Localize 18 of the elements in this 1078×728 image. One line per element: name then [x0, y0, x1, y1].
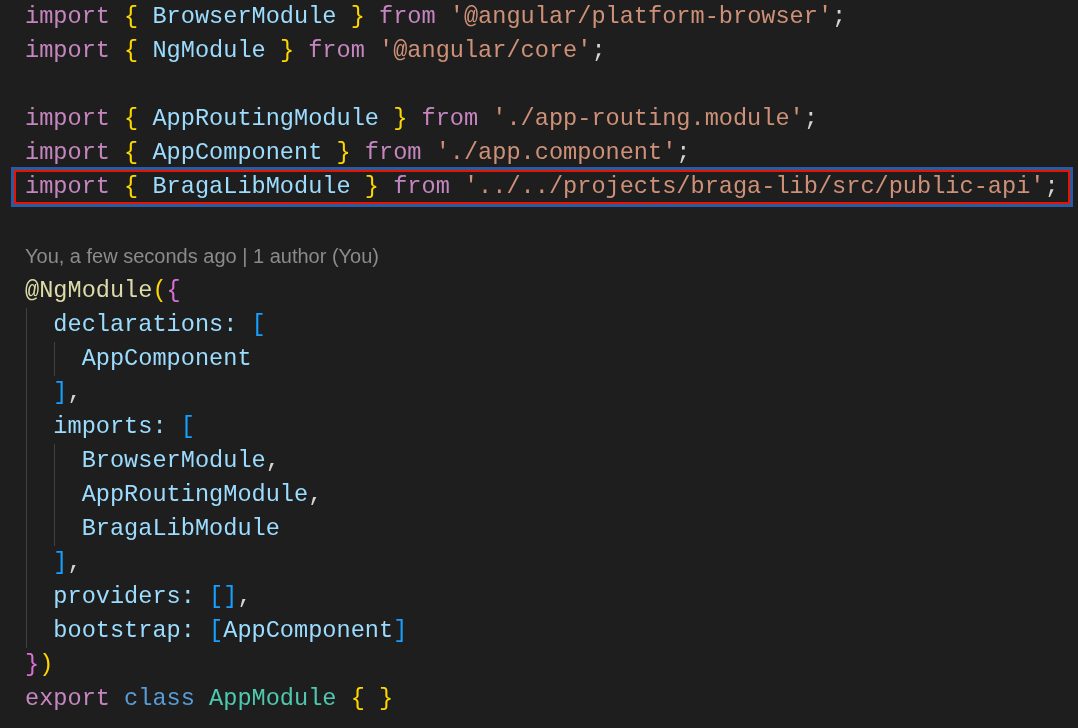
code-line: providers: [],: [52, 582, 253, 612]
code-line: imports: [: [52, 412, 196, 442]
code-line: AppComponent: [80, 344, 253, 374]
code-line: import { AppComponent } from './app.component';: [24, 138, 692, 168]
code-line: }): [24, 650, 55, 680]
code-line: BrowserModule,: [80, 446, 281, 476]
code-line: declarations: [: [52, 310, 267, 340]
code-line: AppRoutingModule,: [80, 480, 324, 510]
code-line: import { BrowserModule } from '@angular/platform-browser';: [24, 2, 848, 32]
code-line: bootstrap: [AppComponent]: [52, 616, 409, 646]
blame-annotation[interactable]: You, a few seconds ago | 1 author (You): [25, 241, 379, 271]
code-line: @NgModule({: [24, 276, 182, 306]
code-line: import { AppRoutingModule } from './app-routing.module';: [24, 104, 819, 134]
code-line: ],: [52, 378, 83, 408]
code-line: export class AppModule { }: [24, 684, 395, 714]
code-line: BragaLibModule: [80, 514, 281, 544]
code-line: ],: [52, 548, 83, 578]
code-line: import { NgModule } from '@angular/core';: [24, 36, 607, 66]
